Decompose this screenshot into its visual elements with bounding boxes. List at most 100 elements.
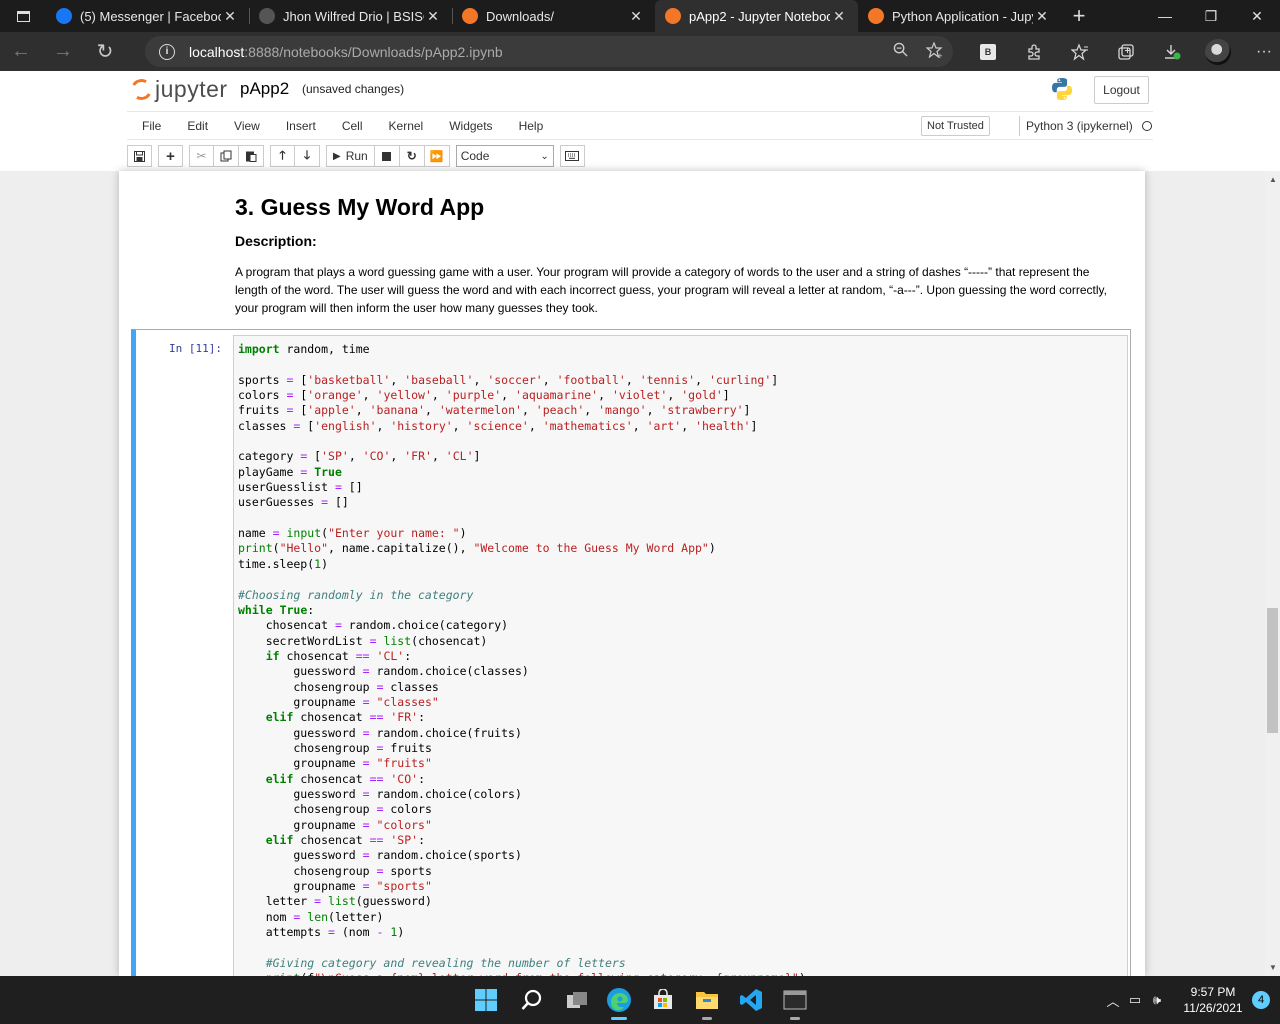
tab-title: Python Application - Jupyter [892, 8, 1033, 24]
collections-icon[interactable] [1103, 43, 1149, 61]
section-heading: 3. Guess My Word App [235, 194, 485, 220]
menu-file[interactable]: File [127, 112, 174, 139]
code-line: playGame = True [238, 464, 342, 479]
description-label: Description: [235, 233, 317, 249]
close-tab-icon[interactable]: ✕ [627, 8, 645, 25]
paste-icon [246, 151, 257, 162]
browser-tab[interactable]: pApp2 - Jupyter Notebook ✕ [655, 0, 858, 32]
code-cell-selected[interactable]: In [11]: import random, time sports = ['… [131, 329, 1131, 976]
terminal-button[interactable] [779, 984, 811, 1020]
edge-taskbar-button[interactable] [603, 984, 635, 1020]
move-down-button[interactable]: 🡓 [295, 145, 320, 167]
trust-indicator[interactable]: Not Trusted [921, 116, 990, 136]
profile-avatar[interactable] [1195, 38, 1241, 65]
code-editor[interactable]: import random, time sports = ['basketbal… [233, 335, 1128, 976]
favorites-icon[interactable] [1057, 42, 1103, 61]
zoom-icon[interactable] [893, 42, 908, 62]
scroll-down-icon[interactable]: ▼ [1269, 963, 1277, 972]
start-button[interactable] [470, 984, 502, 1016]
stop-icon [382, 151, 392, 161]
minimize-button[interactable]: — [1142, 0, 1188, 32]
python-logo-icon [1052, 78, 1072, 100]
site-info-icon[interactable]: i [159, 43, 175, 60]
taskbar-clock[interactable]: 9:57 PM 11/26/2021 [1178, 984, 1248, 1016]
code-line: category = ['SP', 'CO', 'FR', 'CL'] [238, 449, 481, 464]
browser-tab[interactable]: Downloads/ ✕ [452, 0, 655, 32]
jupyter-logo[interactable]: jupyter [128, 76, 228, 103]
chevron-up-icon[interactable]: ︿ [1102, 991, 1124, 1010]
scrollbar-thumb[interactable] [1267, 608, 1278, 733]
search-button[interactable] [516, 984, 548, 1016]
menu-cell[interactable]: Cell [329, 112, 376, 139]
tab-title: (5) Messenger | Facebook [80, 8, 221, 24]
description-text: A program that plays a word guessing gam… [235, 265, 1107, 315]
network-icon[interactable]: ▭ [1124, 992, 1146, 1008]
code-line: elif chosencat == 'FR': [265, 710, 426, 725]
add-favorite-icon[interactable]: + [925, 41, 943, 62]
close-tab-icon[interactable]: ✕ [221, 8, 239, 25]
interrupt-button[interactable] [374, 145, 400, 167]
code-line: time.sleep(1) [238, 556, 329, 571]
restart-button[interactable]: ↻ [399, 145, 425, 167]
back-button[interactable]: ← [0, 32, 42, 71]
code-line: chosengroup = classes [238, 679, 439, 694]
insert-cell-button[interactable]: + [158, 145, 183, 167]
cell-type-select[interactable]: Code ⌄ [455, 145, 554, 167]
menu-kernel[interactable]: Kernel [376, 112, 437, 139]
url-host: localhost [189, 43, 245, 60]
extensions-icon[interactable] [1011, 43, 1057, 61]
close-tab-icon[interactable]: ✕ [1033, 8, 1051, 25]
settings-more-icon[interactable]: ··· [1241, 43, 1280, 61]
menu-help[interactable]: Help [506, 112, 557, 139]
restore-button[interactable]: ❐ [1188, 0, 1234, 32]
forward-button[interactable]: → [42, 32, 84, 71]
store-icon [654, 989, 672, 1009]
restart-run-all-button[interactable]: ⏩ [424, 145, 450, 167]
menu-view[interactable]: View [221, 112, 273, 139]
address-bar[interactable]: i localhost:8888/notebooks/Downloads/pAp… [145, 36, 953, 67]
run-button[interactable]: ▶ Run [326, 145, 375, 167]
code-line: nom = len(letter) [238, 909, 384, 924]
volume-icon[interactable]: 🕪 [1146, 992, 1168, 1008]
notebook-name[interactable]: pApp2 [240, 79, 289, 99]
code-line: chosengroup = sports [238, 863, 432, 878]
move-up-button[interactable]: 🡑 [270, 145, 295, 167]
tab-actions-button[interactable] [0, 0, 46, 32]
downloads-icon[interactable] [1149, 43, 1195, 61]
close-tab-icon[interactable]: ✕ [424, 8, 442, 25]
search-icon [521, 989, 542, 1010]
browser-tab[interactable]: Jhon Wilfred Drio | BSISCS✕ [249, 0, 452, 32]
menu-edit[interactable]: Edit [174, 112, 221, 139]
menu-insert[interactable]: Insert [273, 112, 329, 139]
paste-button[interactable] [239, 145, 264, 167]
vscode-button[interactable] [735, 984, 767, 1016]
profile-icon [259, 8, 275, 24]
logout-button[interactable]: Logout [1094, 76, 1149, 104]
code-line: sports = ['basketball', 'baseball', 'soc… [238, 372, 779, 387]
refresh-button[interactable]: ↻ [84, 32, 126, 71]
menu-widgets[interactable]: Widgets [436, 112, 505, 139]
notification-badge[interactable]: 4 [1252, 991, 1270, 1009]
store-button[interactable] [647, 984, 679, 1016]
extension-b-icon[interactable]: B [965, 43, 1011, 60]
system-tray: ︿ ▭ 🕪 9:57 PM 11/26/2021 4 [1102, 976, 1280, 1024]
page-scrollbar[interactable]: ▲ ▼ [1265, 171, 1280, 976]
windows-taskbar: ︿ ▭ 🕪 9:57 PM 11/26/2021 4 [0, 976, 1280, 1024]
code-line: secretWordList = list(chosencat) [238, 633, 488, 648]
copy-button[interactable] [214, 145, 239, 167]
keyboard-icon [565, 151, 580, 161]
close-tab-icon[interactable]: ✕ [830, 8, 848, 25]
code-line: #Giving category and revealing the numbe… [265, 955, 626, 970]
task-view-button[interactable] [561, 984, 593, 1016]
cut-button[interactable]: ✂ [189, 145, 214, 167]
scroll-up-icon[interactable]: ▲ [1269, 175, 1277, 184]
close-window-button[interactable]: ✕ [1234, 0, 1280, 32]
tab-actions-icon [16, 10, 30, 22]
browser-tab[interactable]: Python Application - Jupyter✕ [858, 0, 1061, 32]
save-button[interactable] [127, 145, 152, 167]
new-tab-button[interactable]: + [1061, 0, 1097, 32]
command-palette-button[interactable] [559, 145, 585, 167]
browser-toolbar: ← → ↻ i localhost:8888/notebooks/Downloa… [0, 32, 1280, 71]
browser-tab[interactable]: (5) Messenger | Facebook ✕ [46, 0, 249, 32]
file-explorer-button[interactable] [691, 984, 723, 1020]
